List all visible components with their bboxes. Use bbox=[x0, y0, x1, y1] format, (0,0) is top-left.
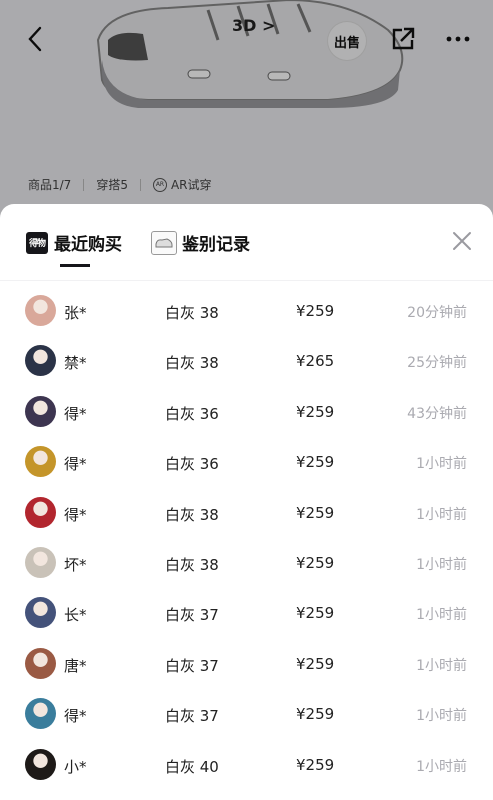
product-spec: 白灰 38 bbox=[165, 556, 219, 574]
product-spec: 白灰 38 bbox=[165, 354, 219, 373]
avatar[interactable] bbox=[25, 496, 56, 528]
purchase-price: ¥259 bbox=[296, 755, 335, 774]
avatar[interactable] bbox=[25, 395, 56, 427]
purchase-price: ¥259 bbox=[296, 654, 335, 673]
purchase-row: 得* 白灰 37 ¥259 1小时前 bbox=[0, 689, 493, 739]
avatar[interactable] bbox=[25, 446, 56, 478]
tab-recent-purchases-label: 最近购买 bbox=[54, 235, 122, 255]
sheet-header: 得物 最近购买 鉴别记录 bbox=[0, 204, 493, 281]
tab-authentication-records[interactable]: 鉴别记录 bbox=[151, 230, 250, 255]
buyer-name: 小* bbox=[64, 757, 87, 776]
purchase-price: ¥259 bbox=[296, 604, 335, 623]
purchase-time: 20分钟前 bbox=[407, 305, 467, 321]
purchase-price: ¥259 bbox=[296, 302, 335, 320]
purchase-price: ¥259 bbox=[296, 503, 335, 522]
purchase-row: 小* 白灰 40 ¥259 1小时前 bbox=[0, 740, 493, 790]
product-spec: 白灰 37 bbox=[165, 606, 219, 625]
purchase-time: 1小时前 bbox=[416, 657, 467, 674]
purchase-row: 得* 白灰 36 ¥259 43分钟前 bbox=[0, 387, 493, 437]
avatar[interactable] bbox=[25, 597, 56, 629]
avatar[interactable] bbox=[25, 698, 56, 730]
buyer-name: 得* bbox=[64, 455, 87, 474]
purchase-row: 张* 白灰 38 ¥259 20分钟前 bbox=[0, 286, 493, 336]
purchase-price: ¥259 bbox=[296, 554, 335, 572]
buyer-name: 禁* bbox=[64, 354, 87, 373]
buyer-name: 坏* bbox=[64, 556, 87, 574]
product-spec: 白灰 38 bbox=[165, 304, 219, 322]
product-spec: 白灰 37 bbox=[165, 707, 219, 726]
active-tab-indicator bbox=[60, 264, 90, 267]
purchase-time: 1小时前 bbox=[416, 758, 467, 775]
purchase-price: ¥265 bbox=[296, 352, 335, 371]
purchase-price: ¥259 bbox=[296, 402, 335, 421]
avatar[interactable] bbox=[25, 748, 56, 780]
buyer-name: 得* bbox=[64, 404, 87, 423]
purchase-time: 1小时前 bbox=[416, 607, 467, 624]
dewu-logo-icon: 得物 bbox=[26, 231, 48, 254]
purchase-price: ¥259 bbox=[296, 705, 335, 724]
avatar[interactable] bbox=[25, 295, 56, 326]
purchase-row: 得* 白灰 36 ¥259 1小时前 bbox=[0, 437, 493, 487]
avatar[interactable] bbox=[25, 647, 56, 679]
purchase-time: 43分钟前 bbox=[407, 405, 467, 422]
close-button[interactable] bbox=[449, 228, 475, 254]
buyer-name: 得* bbox=[64, 505, 87, 524]
purchase-time: 25分钟前 bbox=[407, 355, 467, 372]
purchase-price: ¥259 bbox=[296, 453, 335, 472]
product-spec: 白灰 36 bbox=[165, 455, 219, 474]
purchase-row: 唐* 白灰 37 ¥259 1小时前 bbox=[0, 639, 493, 689]
buyer-name: 张* bbox=[64, 304, 87, 322]
buyer-name: 唐* bbox=[64, 656, 87, 675]
avatar[interactable] bbox=[25, 547, 56, 578]
product-spec: 白灰 36 bbox=[165, 404, 219, 423]
recent-purchases-sheet: 得物 最近购买 鉴别记录 张* 白灰 38 ¥259 20分钟前禁* 白灰 38 ¥265… bbox=[0, 204, 493, 800]
tab-recent-purchases[interactable]: 得物 最近购买 bbox=[26, 230, 122, 255]
purchase-row: 长* 白灰 37 ¥259 1小时前 bbox=[0, 588, 493, 638]
close-icon bbox=[453, 232, 471, 250]
purchase-row: 得* 白灰 38 ¥259 1小时前 bbox=[0, 488, 493, 538]
avatar[interactable] bbox=[25, 345, 56, 377]
product-spec: 白灰 37 bbox=[165, 656, 219, 675]
purchase-time: 1小时前 bbox=[416, 456, 467, 473]
shoe-thumbnail-icon bbox=[151, 230, 177, 255]
product-spec: 白灰 38 bbox=[165, 505, 219, 524]
purchase-time: 1小时前 bbox=[416, 557, 467, 573]
buyer-name: 长* bbox=[64, 606, 87, 625]
purchase-row: 坏* 白灰 38 ¥259 1小时前 bbox=[0, 538, 493, 588]
product-spec: 白灰 40 bbox=[165, 757, 219, 776]
buyer-name: 得* bbox=[64, 707, 87, 726]
purchase-time: 1小时前 bbox=[416, 708, 467, 725]
purchase-time: 1小时前 bbox=[416, 506, 467, 523]
purchase-row: 禁* 白灰 38 ¥265 25分钟前 bbox=[0, 336, 493, 386]
tab-authentication-records-label: 鉴别记录 bbox=[182, 235, 250, 255]
